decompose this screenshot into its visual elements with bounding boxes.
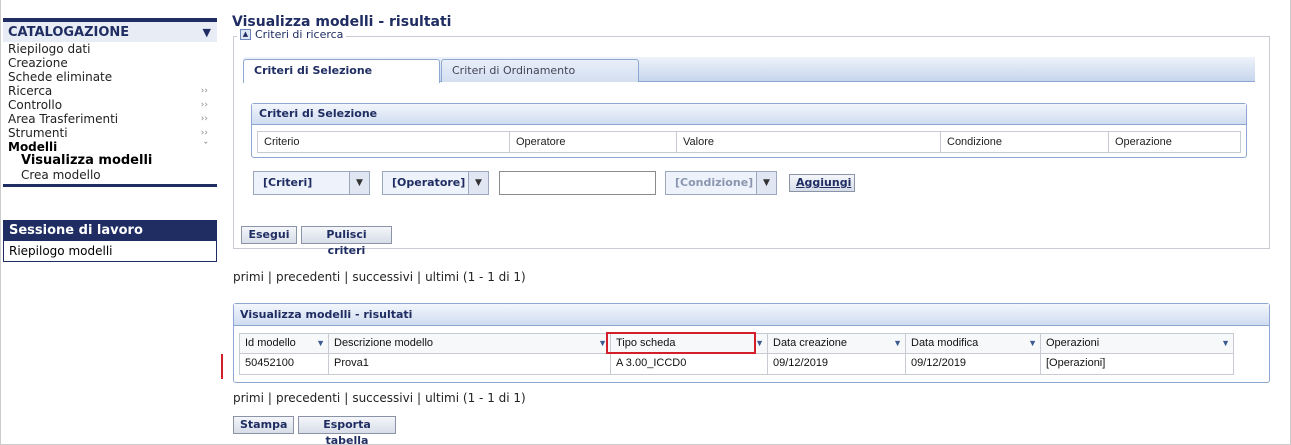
column-operatore: Operatore (510, 132, 677, 152)
sidebar-item-label: Creazione (8, 56, 68, 70)
operatore-select-value: [Operatore] (392, 176, 466, 189)
pager-top: primi | precedenti | successivi | ultimi (1 - … (233, 270, 526, 284)
sidebar: CATALOGAZIONE ▼ Riepilogo dati Creazione… (3, 18, 217, 187)
sidebar-item-area-trasferimenti[interactable]: Area Trasferimenti ›› (8, 112, 217, 126)
triangle-up-icon[interactable]: ▲ (240, 29, 251, 40)
column-operazione: Operazione (1115, 136, 1172, 148)
pager-successivi-link[interactable]: successivi (352, 270, 413, 284)
pager-successivi-link[interactable]: successivi (352, 391, 413, 405)
criteri-select[interactable]: [Criteri] ▼ (253, 171, 370, 195)
tab-criteri-selezione[interactable]: Criteri di Selezione (243, 59, 440, 83)
column-label: Id modello (245, 337, 296, 349)
double-chevron-icon: ›› (200, 114, 208, 124)
column-data-creazione[interactable]: Data creazione ▼ (768, 334, 906, 353)
sidebar-item-label: Controllo (8, 98, 63, 112)
sidebar-subitem-visualizza-modelli[interactable]: Visualizza modelli (8, 154, 217, 168)
column-data-modifica[interactable]: Data modifica ▼ (906, 334, 1041, 353)
column-operazioni[interactable]: Operazioni ▼ (1041, 334, 1233, 353)
sidebar-item-label: Schede eliminate (8, 70, 113, 84)
row-marker (221, 354, 223, 379)
cell-data-creazione: 09/12/2019 (768, 354, 906, 374)
pager-ultimi-link[interactable]: ultimi (425, 270, 459, 284)
chevron-down-icon: ▼ (349, 172, 369, 194)
pager-ultimi-link[interactable]: ultimi (425, 391, 459, 405)
criteria-table-header: Criterio Operatore Valore Condizione Ope… (257, 131, 1241, 153)
double-chevron-down-icon: ˇ (203, 142, 209, 152)
aggiungi-button[interactable]: Aggiungi (789, 174, 855, 192)
search-criteria-legend[interactable]: ▲ Criteri di ricerca (237, 28, 347, 41)
pulisci-criteri-button[interactable]: Pulisci criteri (301, 226, 392, 257)
table-row[interactable]: 50452100 Prova1 A 3.00_ICCD0 09/12/2019 … (240, 354, 1233, 374)
column-label: Descrizione modello (334, 337, 434, 349)
sidebar-item-schede-eliminate[interactable]: Schede eliminate (8, 70, 217, 84)
pager-primi-link[interactable]: primi (233, 270, 264, 284)
criteri-select-value: [Criteri] (263, 176, 313, 189)
esporta-tabella-button[interactable]: Esporta tabella (298, 416, 396, 445)
sidebar-item-riepilogo-dati[interactable]: Riepilogo dati (8, 42, 217, 56)
sidebar-item-label: Riepilogo dati (8, 42, 91, 56)
column-condizione: Condizione (941, 132, 1109, 152)
column-valore: Valore (677, 132, 941, 152)
cell-data-modifica: 09/12/2019 (906, 354, 1041, 374)
pager-primi-link[interactable]: primi (233, 391, 264, 405)
column-label: Data modifica (911, 337, 979, 349)
pager-range: (1 - 1 di 1) (462, 270, 526, 284)
cell-id-modello: 50452100 (240, 354, 329, 374)
sidebar-title: CATALOGAZIONE (8, 24, 130, 40)
tipo-scheda-highlight (606, 332, 756, 354)
sidebar-subitem-crea-modello[interactable]: Crea modello (8, 168, 217, 182)
pager-precedenti-link[interactable]: precedenti (276, 270, 340, 284)
cell-descrizione-modello: Prova1 (329, 354, 611, 374)
pager-range: (1 - 1 di 1) (462, 391, 526, 405)
sidebar-item-label: Strumenti (8, 126, 68, 140)
sidebar-menu: Riepilogo dati Creazione Schede eliminat… (3, 42, 217, 182)
operatore-select[interactable]: [Operatore] ▼ (382, 171, 489, 195)
sort-icon[interactable]: ▼ (1221, 334, 1230, 353)
pager-precedenti-link[interactable]: precedenti (276, 391, 340, 405)
session-item-riepilogo-modelli[interactable]: Riepilogo modelli (4, 241, 216, 261)
pager-bottom: primi | precedenti | successivi | ultimi (1 - … (233, 391, 526, 405)
selection-criteria-panel: Criteri di Selezione Criterio Operatore … (251, 103, 1247, 158)
sidebar-item-label: Ricerca (8, 84, 53, 98)
sidebar-item-modelli[interactable]: Modelli ˇ (8, 140, 217, 154)
tab-criteri-ordinamento[interactable]: Criteri di Ordinamento (441, 59, 639, 82)
condizione-select-value: [Condizione] (675, 176, 754, 189)
results-title: Visualizza modelli - risultati (234, 304, 1269, 326)
sidebar-item-label: Area Trasferimenti (8, 112, 119, 126)
double-chevron-icon: ›› (200, 100, 208, 110)
column-criterio: Criterio (258, 132, 510, 152)
session-panel: Sessione di lavoro Riepilogo modelli (3, 220, 217, 262)
column-descrizione-modello[interactable]: Descrizione modello ▼ (329, 334, 611, 353)
column-label: Data creazione (773, 337, 847, 349)
condizione-select[interactable]: [Condizione] ▼ (665, 171, 777, 195)
double-chevron-icon: ›› (200, 128, 208, 138)
esegui-button[interactable]: Esegui (241, 226, 297, 244)
sidebar-item-label: Modelli (8, 140, 58, 154)
sidebar-item-ricerca[interactable]: Ricerca ›› (8, 84, 217, 98)
valore-input[interactable] (499, 171, 656, 195)
sidebar-header[interactable]: CATALOGAZIONE ▼ (3, 18, 217, 42)
chevron-down-icon: ▼ (756, 172, 776, 194)
stampa-button[interactable]: Stampa (233, 416, 294, 434)
sort-icon[interactable]: ▼ (755, 334, 764, 353)
sidebar-item-strumenti[interactable]: Strumenti ›› (8, 126, 217, 140)
column-id-modello[interactable]: Id modello ▼ (240, 334, 329, 353)
selection-criteria-title: Criteri di Selezione (252, 104, 1246, 125)
session-title: Sessione di lavoro (4, 221, 216, 241)
collapse-icon[interactable]: ▼ (203, 26, 211, 39)
chevron-down-icon: ▼ (468, 172, 488, 194)
cell-tipo-scheda: A 3.00_ICCD0 (611, 354, 768, 374)
sort-icon[interactable]: ▼ (1028, 334, 1037, 353)
search-criteria-fieldset: ▲ Criteri di ricerca Criteri di Selezion… (233, 28, 1270, 257)
cell-operazioni-link[interactable]: [Operazioni] (1041, 354, 1233, 374)
sidebar-divider (3, 184, 217, 187)
sidebar-item-creazione[interactable]: Creazione (8, 56, 217, 70)
criteria-tabbar: Criteri di Selezione Criteri di Ordiname… (243, 57, 1255, 83)
sort-icon[interactable]: ▼ (893, 334, 902, 353)
double-chevron-icon: ›› (200, 86, 208, 96)
sidebar-item-controllo[interactable]: Controllo ›› (8, 98, 217, 112)
column-label: Operazioni (1046, 337, 1100, 349)
sort-icon[interactable]: ▼ (316, 334, 325, 353)
legend-label: Criteri di ricerca (255, 28, 344, 41)
